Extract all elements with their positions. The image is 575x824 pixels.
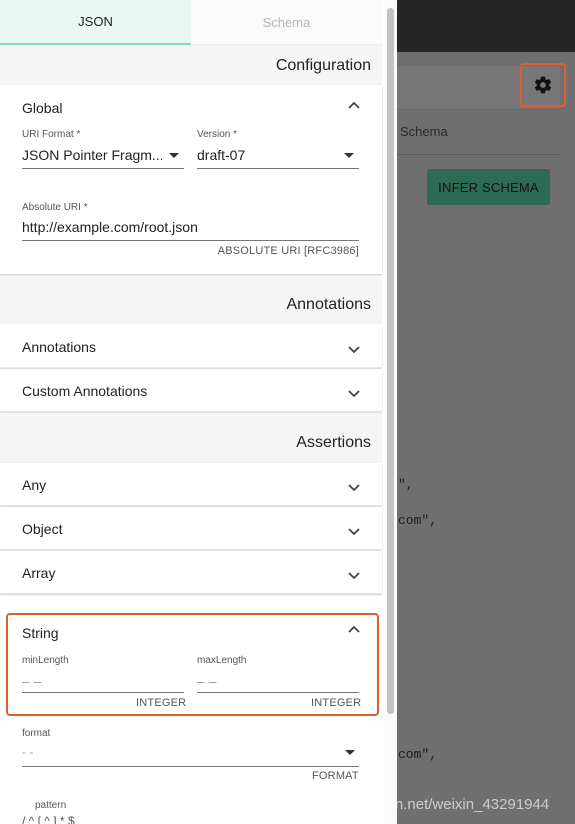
annotations-section-header: Annotations [0, 276, 382, 324]
uri-format-label: URI Format * [22, 129, 81, 140]
tab-divider [397, 154, 560, 155]
annotations-row[interactable]: Annotations [0, 325, 382, 368]
version-select[interactable]: draft-07 [197, 147, 337, 163]
field-underline [22, 168, 184, 169]
format-helper: FORMAT [312, 770, 359, 782]
chevron-up-icon[interactable] [347, 99, 361, 113]
chevron-down-icon [348, 484, 360, 492]
section-title: Configuration [275, 57, 371, 74]
custom-annotations-row[interactable]: Custom Annotations [0, 369, 382, 412]
format-select[interactable]: - - [22, 745, 322, 759]
any-row[interactable]: Any [0, 463, 382, 506]
object-row[interactable]: Object [0, 507, 382, 550]
scrollbar-thumb[interactable] [387, 8, 394, 714]
configuration-section-header: Configuration [0, 45, 382, 85]
field-underline [197, 168, 359, 169]
pattern-label: pattern [35, 800, 67, 811]
schema-tab[interactable]: Schema [400, 124, 448, 139]
pattern-input[interactable]: / ^ [ ^ ] * $ [22, 814, 142, 824]
code-line: com", [398, 747, 438, 762]
dropdown-caret-icon[interactable] [345, 750, 355, 755]
global-panel: Global URI Format * JSON Pointer Fragm..… [0, 85, 382, 274]
settings-button[interactable] [520, 63, 566, 107]
field-underline [22, 240, 359, 241]
chevron-down-icon [348, 346, 360, 354]
row-label: Custom Annotations [22, 383, 148, 399]
row-label: Annotations [22, 339, 96, 355]
dropdown-caret-icon[interactable] [169, 153, 179, 158]
row-label: Any [22, 477, 47, 493]
chevron-down-icon [348, 528, 360, 536]
section-title: Annotations [286, 296, 371, 313]
editor-area [397, 52, 575, 824]
code-line: com", [398, 513, 438, 528]
absolute-uri-label: Absolute URI * [22, 202, 88, 213]
section-title: Assertions [296, 434, 371, 451]
chevron-down-icon [348, 390, 360, 398]
absolute-uri-input[interactable]: http://example.com/root.json [22, 219, 358, 235]
chevron-down-icon [348, 572, 360, 580]
version-label: Version * [197, 129, 238, 140]
row-label: Object [22, 521, 63, 537]
tab-json[interactable]: JSON [0, 0, 191, 45]
array-row[interactable]: Array [0, 551, 382, 594]
assertions-section-header: Assertions [0, 413, 382, 463]
dropdown-caret-icon[interactable] [344, 153, 354, 158]
row-label: Array [22, 565, 56, 581]
gear-icon [534, 76, 552, 94]
global-panel-title[interactable]: Global [22, 100, 62, 116]
absolute-uri-helper: ABSOLUTE URI [RFC3986] [217, 245, 359, 257]
tab-schema[interactable]: Schema [191, 0, 382, 45]
string-panel-highlight [6, 613, 379, 716]
code-line: ", [398, 477, 414, 492]
infer-schema-button[interactable]: INFER SCHEMA [427, 169, 550, 205]
settings-drawer: JSON Schema Configuration Global URI For… [0, 0, 397, 824]
format-label: format [22, 728, 51, 739]
field-underline [22, 766, 359, 767]
uri-format-select[interactable]: JSON Pointer Fragm... [22, 147, 162, 163]
drawer-tabs: JSON Schema [0, 0, 382, 45]
